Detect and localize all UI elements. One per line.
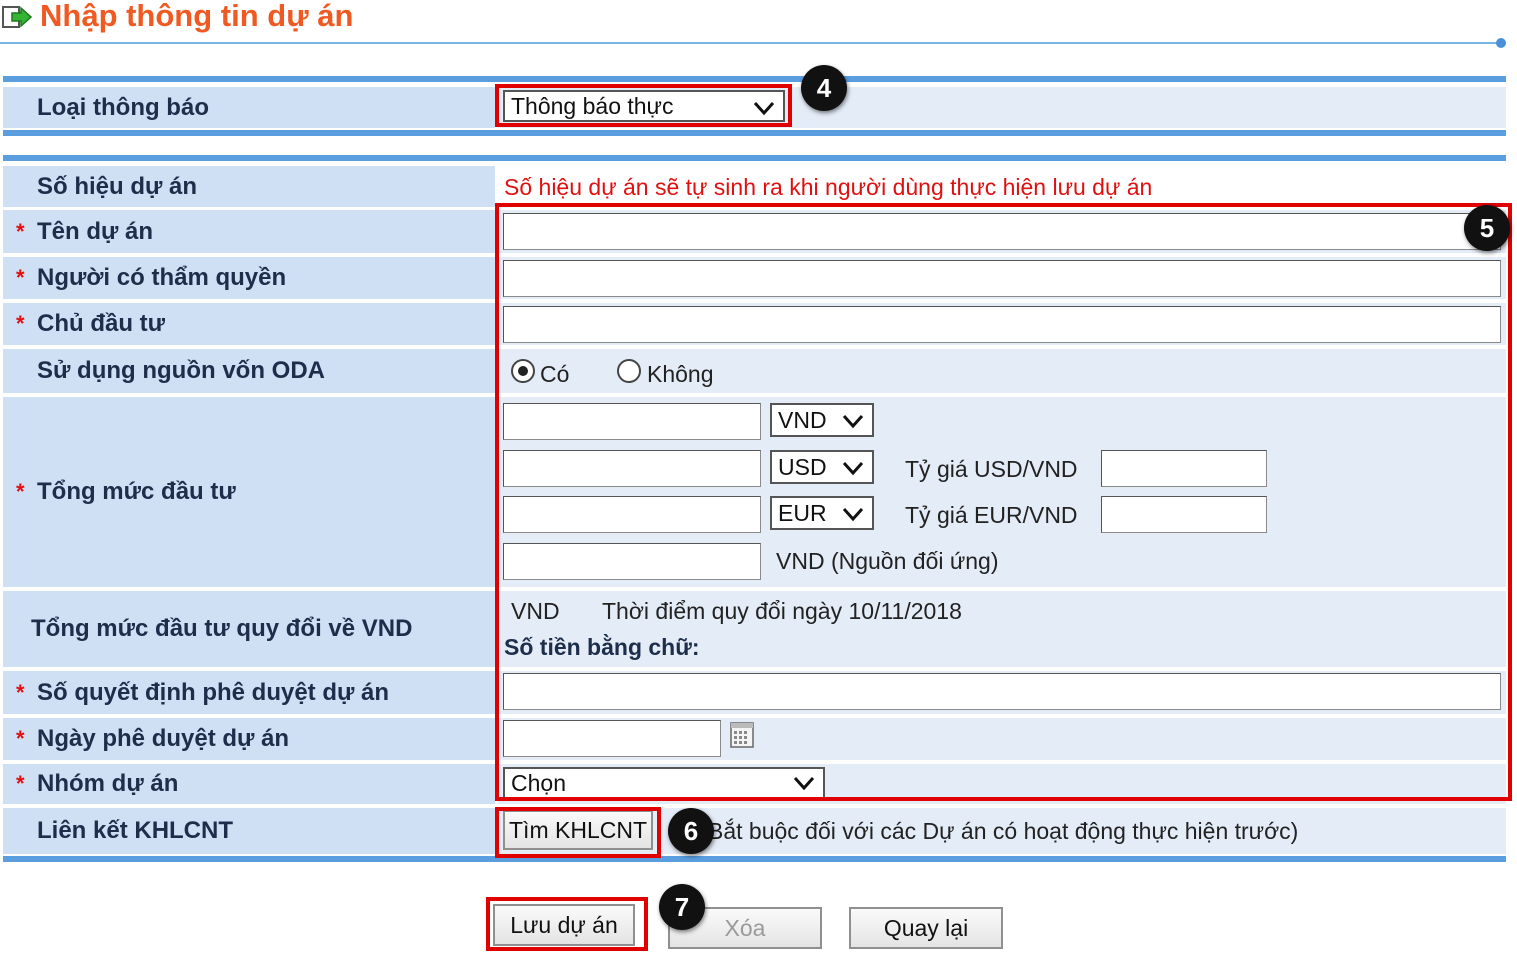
header-divider <box>0 42 1500 44</box>
chevron-down-icon <box>842 461 864 476</box>
required-mark: * <box>16 265 25 290</box>
decision-number-label: * Số quyết định phê duyệt dự án <box>3 671 495 714</box>
decision-number-input[interactable] <box>503 673 1501 710</box>
investment-usd-input[interactable] <box>503 450 761 487</box>
chevron-down-icon <box>842 507 864 522</box>
investment-eur-input[interactable] <box>503 496 761 533</box>
khlcnt-link-label: Liên kết KHLCNT <box>3 808 495 854</box>
required-mark: * <box>16 771 25 796</box>
investment-vnd-input[interactable] <box>503 403 761 440</box>
header-divider-dot <box>1496 38 1506 48</box>
oda-no-radio[interactable] <box>617 359 641 383</box>
project-name-label: * Tên dự án <box>3 210 495 253</box>
back-button[interactable]: Quay lại <box>849 907 1003 949</box>
counterpart-label: VND (Nguồn đối ứng) <box>776 548 999 574</box>
project-group-select[interactable]: Chọn <box>503 767 825 799</box>
save-project-button[interactable]: Lưu dự án <box>493 904 635 946</box>
required-mark: * <box>16 218 25 244</box>
amount-in-words-label: Số tiền bằng chữ: <box>504 634 700 660</box>
conversion-date-note: Thời điểm quy đổi ngày 10/11/2018 <box>602 598 962 624</box>
required-mark: * <box>16 679 25 705</box>
oda-yes-label: Có <box>540 361 570 387</box>
annotation-badge-4: 4 <box>801 65 847 111</box>
annotation-badge-7: 7 <box>659 884 705 930</box>
required-mark: * <box>16 726 25 751</box>
approval-date-label: * Ngày phê duyệt dự án <box>3 718 495 760</box>
notice-type-label: Loại thông báo <box>3 87 495 128</box>
project-group-label: * Nhóm dự án <box>3 764 495 804</box>
project-number-note: Số hiệu dự án sẽ tự sinh ra khi người dù… <box>504 174 1153 200</box>
total-investment-label: * Tổng mức đầu tư <box>3 397 495 587</box>
rate-usd-input[interactable] <box>1101 450 1267 487</box>
chevron-down-icon <box>793 776 815 791</box>
page-title: Nhập thông tin dự án <box>40 0 354 33</box>
oda-yes-radio[interactable] <box>511 359 535 383</box>
find-khlcnt-button[interactable]: Tìm KHLCNT <box>503 810 653 850</box>
chevron-down-icon <box>842 414 864 429</box>
counterpart-vnd-input[interactable] <box>503 543 761 580</box>
currency-select-1[interactable]: VND <box>770 403 874 437</box>
khlcnt-note: Bắt buộc đối với các Dự án có hoạt động … <box>708 818 1299 844</box>
oda-label: Sử dụng nguồn vốn ODA <box>3 349 495 393</box>
approval-date-input[interactable] <box>503 720 721 757</box>
calendar-icon[interactable] <box>730 720 754 748</box>
rate-eur-label: Tỷ giá EUR/VND <box>905 502 1078 528</box>
section-bar-top-2 <box>3 155 1506 161</box>
enter-arrow-icon <box>2 6 32 28</box>
oda-no-label: Không <box>647 361 714 387</box>
investor-label: * Chủ đầu tư <box>3 303 495 345</box>
notice-type-select[interactable]: Thông báo thực <box>503 90 785 122</box>
rate-eur-input[interactable] <box>1101 496 1267 533</box>
currency-select-2[interactable]: USD <box>770 450 874 484</box>
section-bar-bottom <box>3 130 1506 136</box>
converted-unit: VND <box>511 598 560 624</box>
required-mark: * <box>16 479 25 504</box>
annotation-badge-5: 5 <box>1464 205 1510 251</box>
authority-input[interactable] <box>503 260 1501 297</box>
investor-input[interactable] <box>503 306 1501 343</box>
project-number-label: Số hiệu dự án <box>3 166 495 207</box>
rate-usd-label: Tỷ giá USD/VND <box>905 456 1078 482</box>
authority-label: * Người có thẩm quyền <box>3 257 495 299</box>
project-name-input[interactable] <box>503 213 1501 250</box>
section-bar-bottom-2 <box>3 856 1506 862</box>
required-mark: * <box>16 311 25 336</box>
currency-select-3[interactable]: EUR <box>770 496 874 530</box>
section-bar-top <box>3 76 1506 82</box>
chevron-down-icon <box>753 101 775 116</box>
converted-total-label: Tổng mức đầu tư quy đổi về VND <box>3 591 495 667</box>
annotation-badge-6: 6 <box>668 808 714 854</box>
